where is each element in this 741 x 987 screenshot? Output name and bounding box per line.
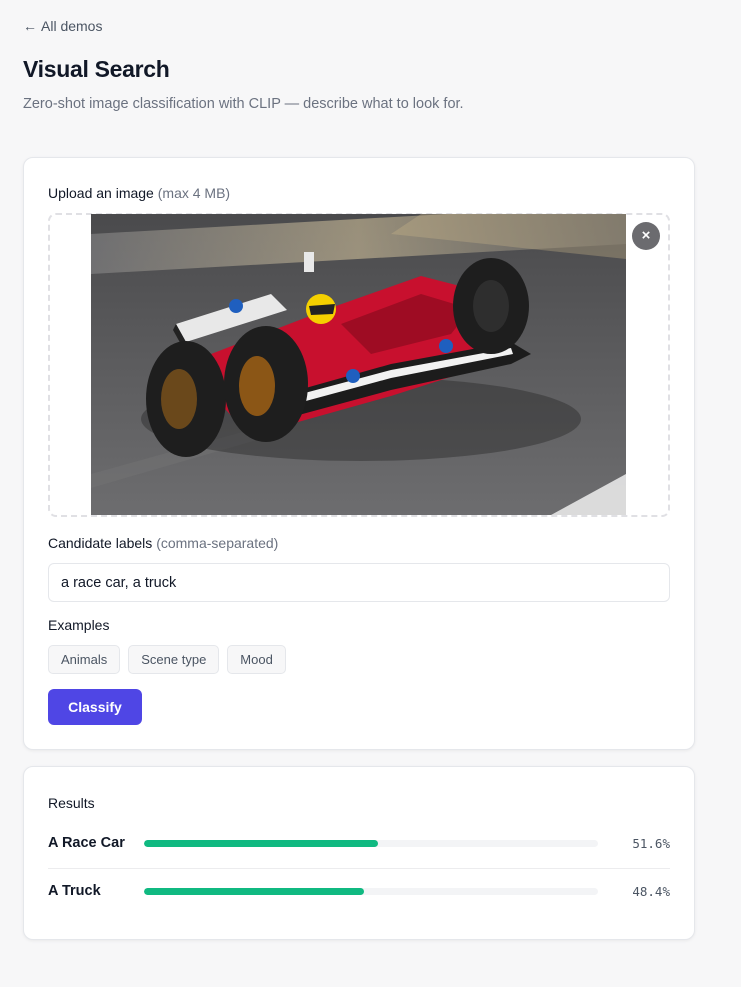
examples-label: Examples xyxy=(48,617,110,633)
back-link-label: All demos xyxy=(41,18,103,34)
page-title: Visual Search xyxy=(23,56,170,82)
result-bar-fill xyxy=(144,888,364,895)
labels-hint: (comma-separated) xyxy=(156,535,279,551)
labels-label-text: Candidate labels xyxy=(48,535,153,551)
result-percent: 48.4% xyxy=(632,884,670,899)
results-title: Results xyxy=(48,795,95,811)
image-preview xyxy=(91,214,626,515)
remove-image-button[interactable]: × xyxy=(632,222,660,250)
upload-label-text: Upload an image xyxy=(48,185,154,201)
results-divider xyxy=(48,868,670,869)
example-chip-scene-type[interactable]: Scene type xyxy=(128,645,220,674)
result-label: A Race Car xyxy=(48,835,125,851)
upload-hint: (max 4 MB) xyxy=(157,185,231,201)
example-chips: Animals Scene type Mood xyxy=(48,645,286,674)
result-label: A Truck xyxy=(48,883,101,899)
candidate-labels-input[interactable] xyxy=(48,563,670,602)
back-link[interactable]: ← All demos xyxy=(23,18,102,34)
results-card: Results A Race Car 51.6% A Truck 48.4% xyxy=(23,766,695,940)
result-bar-track xyxy=(144,888,598,895)
classify-button[interactable]: Classify xyxy=(48,689,142,725)
labels-field-label: Candidate labels (comma-separated) xyxy=(48,535,278,551)
result-row: A Race Car 51.6% xyxy=(48,832,670,856)
classify-card: Upload an image (max 4 MB) × Candidate l… xyxy=(23,157,695,750)
upload-label: Upload an image (max 4 MB) xyxy=(48,185,230,201)
result-row: A Truck 48.4% xyxy=(48,880,670,904)
example-chip-animals[interactable]: Animals xyxy=(48,645,121,674)
race-car-image xyxy=(91,214,626,515)
result-percent: 51.6% xyxy=(632,836,670,851)
arrow-left-icon: ← xyxy=(23,18,37,34)
page-subtitle: Zero-shot image classification with CLIP… xyxy=(23,96,464,112)
result-bar-fill xyxy=(144,840,379,847)
result-bar-track xyxy=(144,840,598,847)
example-chip-mood[interactable]: Mood xyxy=(227,645,286,674)
